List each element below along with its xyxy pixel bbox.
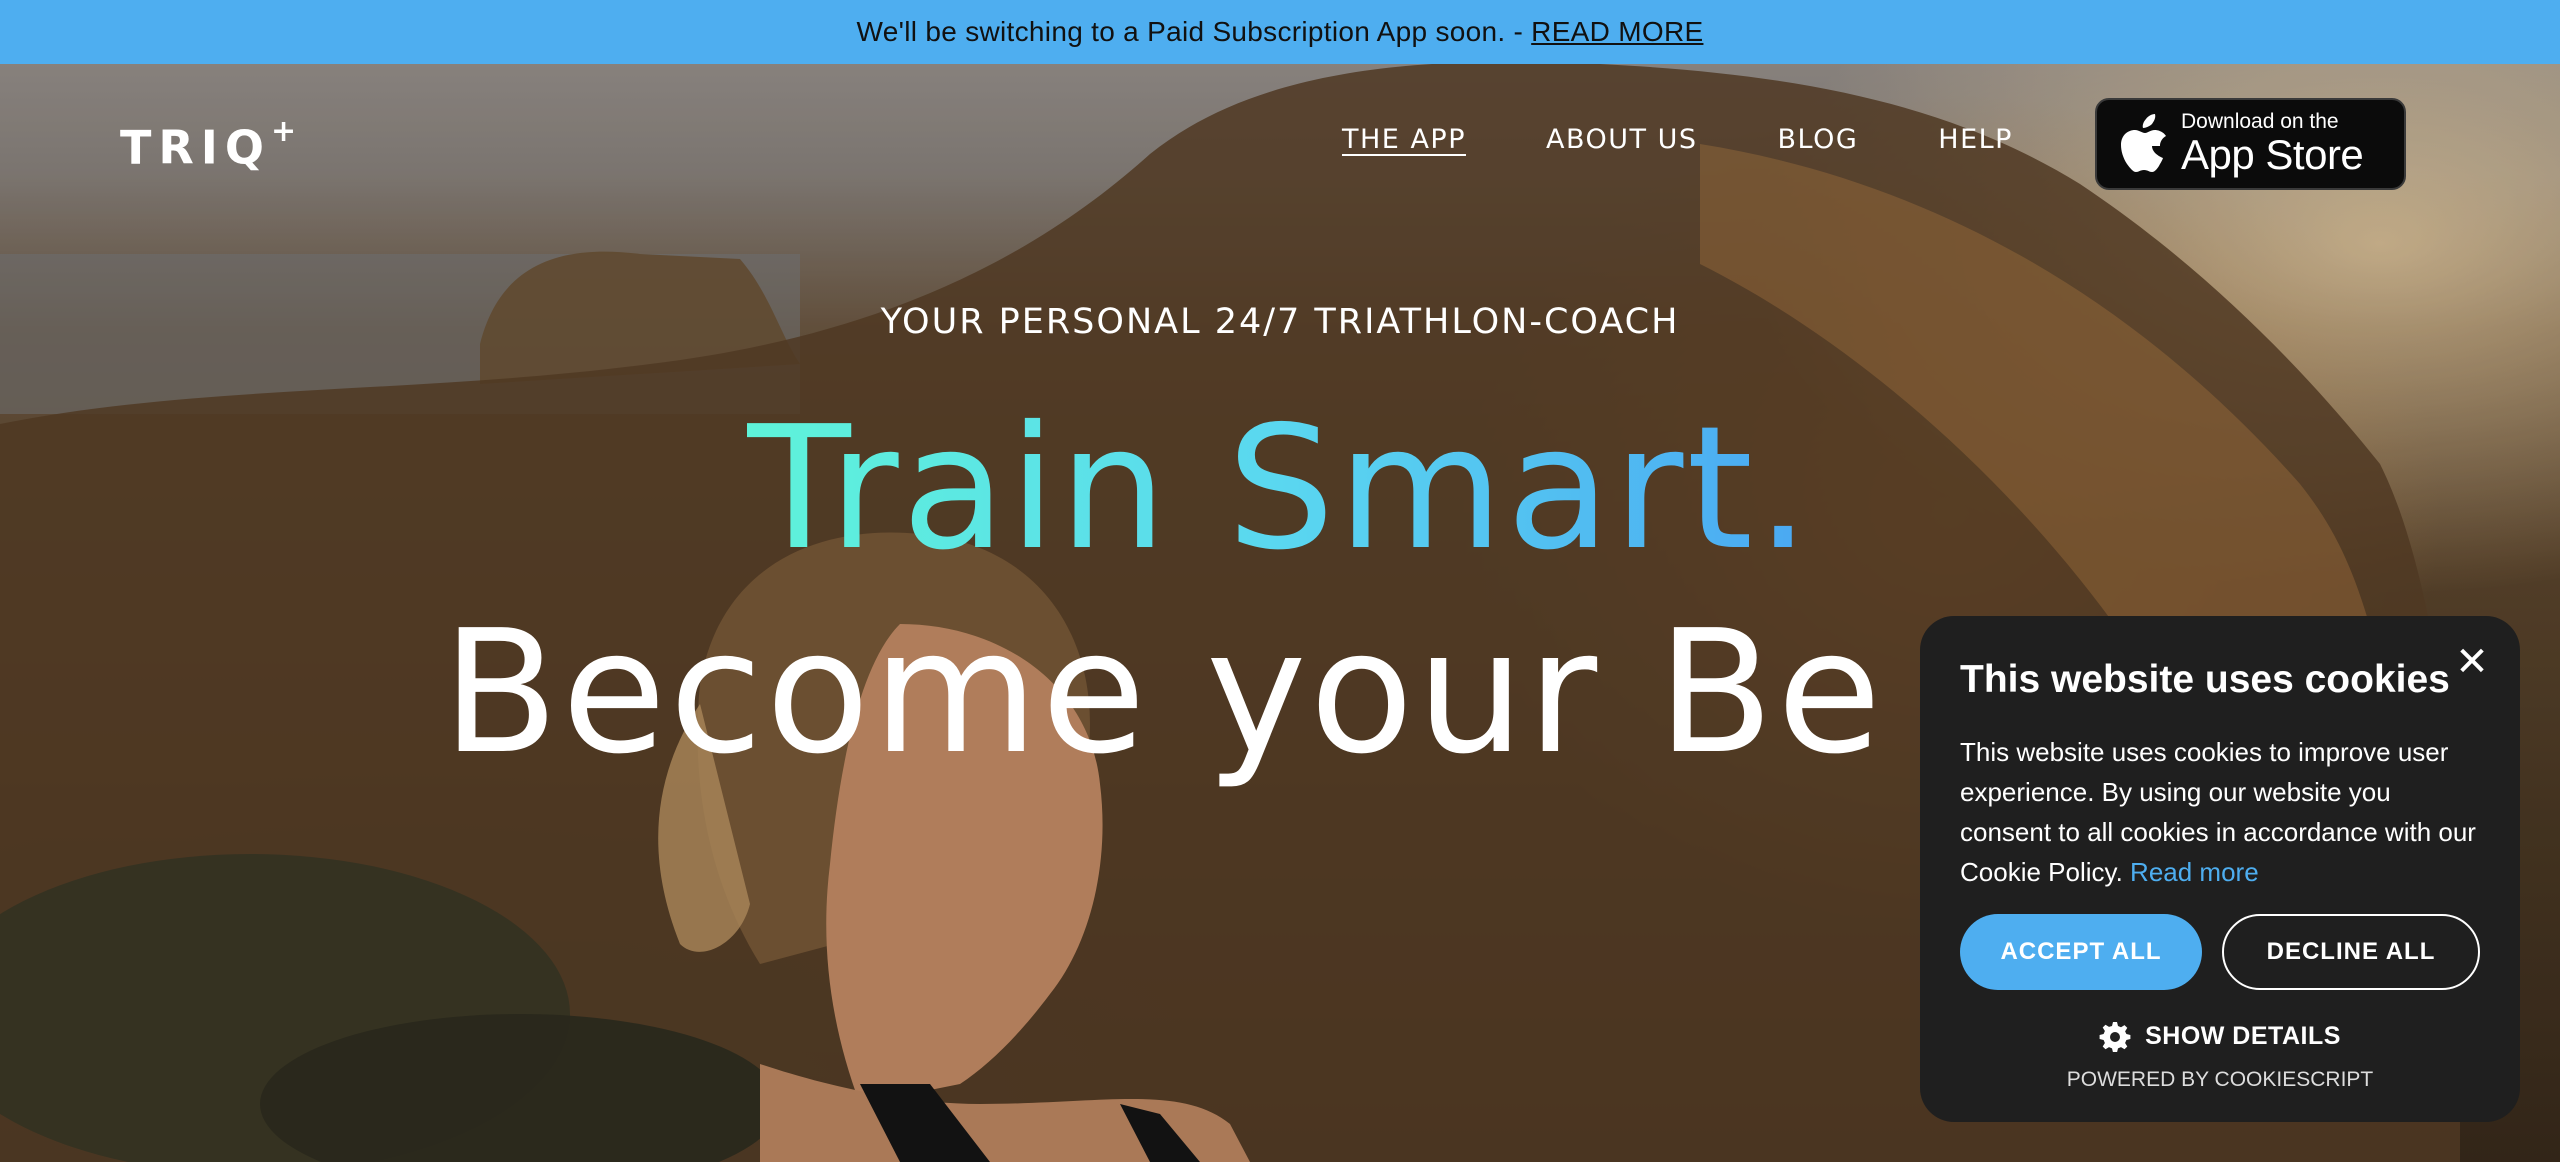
cookie-read-more-link[interactable]: Read more bbox=[2130, 857, 2259, 887]
cookie-buttons: ACCEPT ALL DECLINE ALL bbox=[1960, 914, 2480, 990]
powered-by-cookiescript[interactable]: POWERED BY COOKIESCRIPT bbox=[1960, 1068, 2480, 1092]
show-details-button[interactable]: SHOW DETAILS bbox=[1960, 1020, 2480, 1052]
hero-kicker: YOUR PERSONAL 24/7 TRIATHLON-COACH bbox=[880, 302, 1680, 342]
app-store-big-text: App Store bbox=[2181, 131, 2364, 178]
logo-plus: + bbox=[271, 114, 297, 149]
nav-about-us[interactable]: ABOUT US bbox=[1546, 124, 1698, 155]
hero-headline-become: Become your Be bbox=[442, 594, 1885, 792]
decline-all-button[interactable]: DECLINE ALL bbox=[2222, 914, 2480, 990]
nav-the-app[interactable]: THE APP bbox=[1342, 124, 1466, 155]
accept-all-button[interactable]: ACCEPT ALL bbox=[1960, 914, 2202, 990]
announcement-read-more-link[interactable]: READ MORE bbox=[1531, 16, 1703, 48]
cookie-body: This website uses cookies to improve use… bbox=[1960, 732, 2480, 892]
cookie-dialog: ✕ This website uses cookies This website… bbox=[1920, 616, 2520, 1122]
nav-blog[interactable]: BLOG bbox=[1778, 124, 1859, 155]
announcement-text: We'll be switching to a Paid Subscriptio… bbox=[856, 16, 1524, 47]
show-details-label: SHOW DETAILS bbox=[2145, 1021, 2341, 1050]
close-icon[interactable]: ✕ bbox=[2452, 642, 2492, 682]
logo-text: TRIQ bbox=[120, 120, 272, 175]
app-store-badge[interactable]: Download on the App Store bbox=[2095, 98, 2406, 190]
app-store-small-text: Download on the bbox=[2181, 110, 2339, 133]
hero-headline-train-smart: Train Smart. bbox=[746, 390, 1814, 588]
nav-help[interactable]: HELP bbox=[1938, 124, 2013, 155]
gear-icon bbox=[2099, 1022, 2131, 1052]
main-nav: THE APP ABOUT US BLOG HELP bbox=[1342, 124, 2013, 155]
apple-icon bbox=[2121, 114, 2166, 172]
cookie-title: This website uses cookies bbox=[1960, 658, 2450, 701]
triq-logo[interactable]: TRIQ+ bbox=[120, 114, 296, 175]
announcement-bar: We'll be switching to a Paid Subscriptio… bbox=[0, 0, 2560, 64]
